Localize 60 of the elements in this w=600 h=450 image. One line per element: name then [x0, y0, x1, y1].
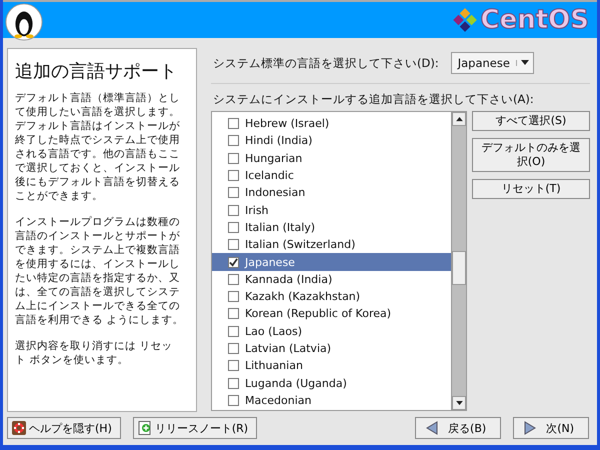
checkbox[interactable]: [228, 222, 239, 233]
document-icon: [138, 421, 152, 435]
additional-language-label: システムにインストールする追加言語を選択して下さい(A):: [212, 92, 535, 107]
logo-emblem-icon: [5, 3, 43, 41]
back-button[interactable]: 戻る(B): [415, 417, 502, 439]
back-arrow-icon: [426, 421, 438, 435]
checkbox[interactable]: [228, 378, 239, 389]
lifebuoy-icon: [12, 421, 26, 435]
checkbox[interactable]: [228, 118, 239, 130]
language-item[interactable]: Hindi (India): [212, 132, 451, 150]
language-item[interactable]: Kazakh (Kazakhstan): [212, 288, 451, 306]
language-item[interactable]: Lithuanian: [212, 357, 451, 374]
list-action-button[interactable]: すべて選択(S): [472, 111, 590, 131]
checkbox[interactable]: [228, 274, 239, 285]
release-notes-button[interactable]: リリースノート(R): [132, 417, 258, 439]
language-dropdown[interactable]: Japanese: [450, 52, 534, 74]
checkbox[interactable]: [228, 204, 239, 216]
language-item[interactable]: Hebrew (Israel): [212, 115, 451, 132]
checkbox[interactable]: [228, 239, 239, 250]
scrollbar[interactable]: [451, 112, 466, 410]
help-title: 追加の言語サポート: [15, 60, 178, 83]
logo-icon: [452, 7, 478, 33]
language-item[interactable]: Hungarian: [212, 150, 451, 167]
language-item[interactable]: Japanese: [212, 253, 451, 271]
help-paragraph: インストールプログラムは数種の言語のインストールとサポートができます。システム上で複数言語を使用するには、インストールしたい特定の言語を指定するか、又は、全ての言語を選択してシステム上にインストールできる全ての言語を利用できる ようにします。: [15, 215, 184, 327]
language-item[interactable]: Kannada (India): [212, 270, 451, 288]
caret-icon: [516, 60, 529, 66]
next-arrow-icon: [524, 421, 536, 435]
list-action-button[interactable]: リセット(T): [472, 179, 590, 199]
language-item[interactable]: Italian (Switzerland): [212, 236, 451, 254]
language-item[interactable]: Luganda (Uganda): [212, 374, 451, 392]
help-paragraph: 選択内容を取り消すには リセット ボタンを使います。: [15, 339, 174, 367]
language-item[interactable]: Indonesian: [212, 184, 451, 202]
checkbox[interactable]: [228, 152, 239, 164]
checkbox[interactable]: [228, 360, 239, 372]
language-item[interactable]: Icelandic: [212, 166, 451, 184]
checkbox[interactable]: [228, 326, 239, 337]
default-language-label: システム標準の言語を選択して下さい(D):: [213, 56, 439, 70]
checkbox[interactable]: [228, 187, 239, 198]
language-item[interactable]: Italian (Italy): [212, 218, 451, 236]
language-item[interactable]: Lao (Laos): [212, 322, 451, 340]
scroll-thumb[interactable]: [452, 251, 466, 285]
help-paragraph: デフォルト言語（標準言語）として使用したい言語を選択します。デフォルト言語はインストールが終了した時点でシステム上で使用される言語です。他の言語もここで選択しておくと、インストール後にもデフォルト言語を切替えることができます。: [15, 91, 181, 203]
language-item[interactable]: Macedonian: [212, 392, 451, 410]
checkbox[interactable]: [228, 256, 239, 268]
checkbox[interactable]: [228, 308, 239, 320]
checkbox[interactable]: [228, 170, 239, 182]
hide-help-button[interactable]: ヘルプを隠す(H): [7, 417, 121, 439]
list-action-button[interactable]: デフォルトのみを選択(O): [472, 138, 590, 172]
language-item[interactable]: Korean (Republic of Korea): [212, 305, 451, 323]
brand-name: CentOS: [480, 5, 589, 35]
scroll-up-icon[interactable]: [452, 112, 466, 126]
language-item[interactable]: Irish: [212, 201, 451, 219]
next-button[interactable]: 次(N): [513, 417, 589, 439]
scroll-down-icon[interactable]: [452, 396, 466, 410]
checkbox[interactable]: [228, 135, 239, 146]
checkbox[interactable]: [228, 291, 239, 302]
checkbox[interactable]: [228, 394, 239, 406]
checkbox[interactable]: [228, 343, 239, 354]
language-item[interactable]: Latvian (Latvia): [212, 340, 451, 358]
